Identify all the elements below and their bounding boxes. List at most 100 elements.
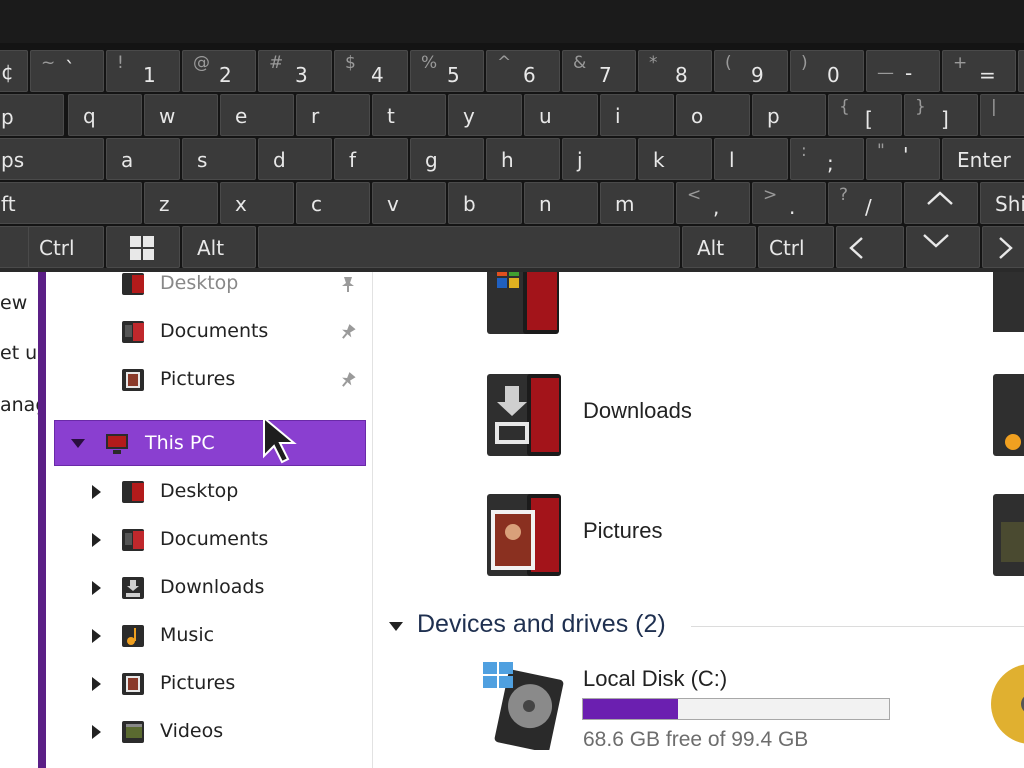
key-6[interactable]: ^ 6 xyxy=(486,50,560,92)
key-l[interactable]: l xyxy=(714,138,788,180)
chevron-right-icon[interactable] xyxy=(92,677,101,691)
key-arrow-up[interactable] xyxy=(904,182,978,224)
key-semicolon[interactable]: :; xyxy=(790,138,864,180)
key-2[interactable]: @2 xyxy=(182,50,256,92)
key-g[interactable]: g xyxy=(410,138,484,180)
nav-item-documents[interactable]: Documents xyxy=(54,518,366,562)
folder-tile-partial[interactable] xyxy=(993,272,1024,336)
key-caps-fragment[interactable]: ps xyxy=(0,138,104,180)
key-backslash[interactable]: | xyxy=(980,94,1024,136)
drive-partial-dvd[interactable] xyxy=(987,664,1024,748)
pictures-folder-icon xyxy=(120,670,148,698)
key-z[interactable]: z xyxy=(144,182,218,224)
key-quote[interactable]: " ' xyxy=(866,138,940,180)
key-ctrl-right[interactable]: Ctrl xyxy=(758,226,834,268)
key-backspace-fragment[interactable] xyxy=(1018,50,1024,92)
key-slash[interactable]: ? / xyxy=(828,182,902,224)
key-left-bracket[interactable]: {[ xyxy=(828,94,902,136)
key-shift-right[interactable]: Shi xyxy=(980,182,1024,224)
key-4[interactable]: $4 xyxy=(334,50,408,92)
key-5[interactable]: % 5 xyxy=(410,50,484,92)
key-v[interactable]: v xyxy=(372,182,446,224)
keyboard-row-home: ps a s d f g h j k l :; " ' Enter xyxy=(0,138,1024,180)
key-7[interactable]: & 7 xyxy=(562,50,636,92)
key-1[interactable]: ! 1 xyxy=(106,50,180,92)
key-c[interactable]: c xyxy=(296,182,370,224)
key-alt-left[interactable]: Alt xyxy=(182,226,256,268)
key-e[interactable]: e xyxy=(220,94,294,136)
key-j[interactable]: j xyxy=(562,138,636,180)
key-o[interactable]: o xyxy=(676,94,750,136)
chevron-right-icon[interactable] xyxy=(92,485,101,499)
key-d[interactable]: d xyxy=(258,138,332,180)
key-arrow-left[interactable] xyxy=(836,226,904,268)
nav-item-this-pc[interactable]: This PC xyxy=(54,420,366,466)
key-q[interactable]: q xyxy=(68,94,142,136)
nav-item-documents-pinned[interactable]: Documents xyxy=(54,310,366,354)
key-ctrl-left[interactable]: Ctrl xyxy=(28,226,104,268)
drive-usage-bar xyxy=(582,698,890,720)
key-comma[interactable]: <, xyxy=(676,182,750,224)
key-3[interactable]: #3 xyxy=(258,50,332,92)
key-a[interactable]: a xyxy=(106,138,180,180)
key-tilde-fragment[interactable]: ¢ xyxy=(0,50,28,92)
key-u[interactable]: u xyxy=(524,94,598,136)
key-right-bracket[interactable]: }] xyxy=(904,94,978,136)
nav-item-desktop-pinned[interactable]: Desktop xyxy=(54,272,366,306)
key-equals[interactable]: + = xyxy=(942,50,1016,92)
key-t[interactable]: t xyxy=(372,94,446,136)
pin-icon xyxy=(338,370,358,390)
key-enter[interactable]: Enter xyxy=(942,138,1024,180)
section-header-devices[interactable]: Devices and drives (2) xyxy=(383,608,1024,644)
nav-item-music[interactable]: Music xyxy=(54,614,366,658)
key-w[interactable]: w xyxy=(144,94,218,136)
key-b[interactable]: b xyxy=(448,182,522,224)
key-y[interactable]: y xyxy=(448,94,522,136)
key-p[interactable]: p xyxy=(752,94,826,136)
key-arrow-down[interactable] xyxy=(906,226,980,268)
key-k[interactable]: k xyxy=(638,138,712,180)
keyboard-row-numbers: ¢ ~ ` ! 1 @2 #3 $4 % 5 ^ 6 & 7 * 8 (9) … xyxy=(0,50,1024,92)
mouse-cursor-icon xyxy=(262,415,298,464)
dvd-drive-icon xyxy=(987,664,1024,748)
nav-item-partial[interactable] xyxy=(54,758,366,768)
key-space[interactable] xyxy=(258,226,680,268)
arrow-right-icon xyxy=(997,235,1015,265)
chevron-down-icon[interactable] xyxy=(389,622,403,631)
key-tab-fragment[interactable]: p xyxy=(0,94,64,136)
key-0[interactable]: ) 0 xyxy=(790,50,864,92)
folder-tile-videos-partial[interactable] xyxy=(993,492,1024,584)
nav-item-pictures[interactable]: Pictures xyxy=(54,662,366,706)
key-i[interactable]: i xyxy=(600,94,674,136)
key-minus[interactable]: — - xyxy=(866,50,940,92)
key-x[interactable]: x xyxy=(220,182,294,224)
chevron-down-icon[interactable] xyxy=(71,439,85,448)
arrow-down-icon xyxy=(921,231,951,253)
videos-folder-icon xyxy=(120,718,148,746)
key-backtick[interactable]: ~ ` xyxy=(30,50,104,92)
key-windows[interactable] xyxy=(106,226,180,268)
key-9[interactable]: (9 xyxy=(714,50,788,92)
key-s[interactable]: s xyxy=(182,138,256,180)
key-alt-right[interactable]: Alt xyxy=(682,226,756,268)
key-shift-left-fragment[interactable]: ft xyxy=(0,182,142,224)
chevron-right-icon[interactable] xyxy=(92,629,101,643)
chevron-right-icon[interactable] xyxy=(92,725,101,739)
folder-tile-music-partial[interactable] xyxy=(993,372,1024,464)
key-8[interactable]: * 8 xyxy=(638,50,712,92)
key-arrow-right[interactable] xyxy=(982,226,1024,268)
chevron-right-icon[interactable] xyxy=(92,581,101,595)
key-n[interactable]: n xyxy=(524,182,598,224)
key-r[interactable]: r xyxy=(296,94,370,136)
key-period[interactable]: >. xyxy=(752,182,826,224)
key-m[interactable]: m xyxy=(600,182,674,224)
drive-local-disk-c[interactable]: Local Disk (C:) 68.6 GB free of 99.4 GB xyxy=(483,660,913,768)
nav-item-desktop[interactable]: Desktop xyxy=(54,470,366,514)
chevron-right-icon[interactable] xyxy=(92,533,101,547)
key-h[interactable]: h xyxy=(486,138,560,180)
nav-item-pictures-pinned[interactable]: Pictures xyxy=(54,358,366,402)
hard-drive-icon xyxy=(483,660,573,753)
nav-item-downloads[interactable]: Downloads xyxy=(54,566,366,610)
key-f[interactable]: f xyxy=(334,138,408,180)
nav-item-videos[interactable]: Videos xyxy=(54,710,366,754)
